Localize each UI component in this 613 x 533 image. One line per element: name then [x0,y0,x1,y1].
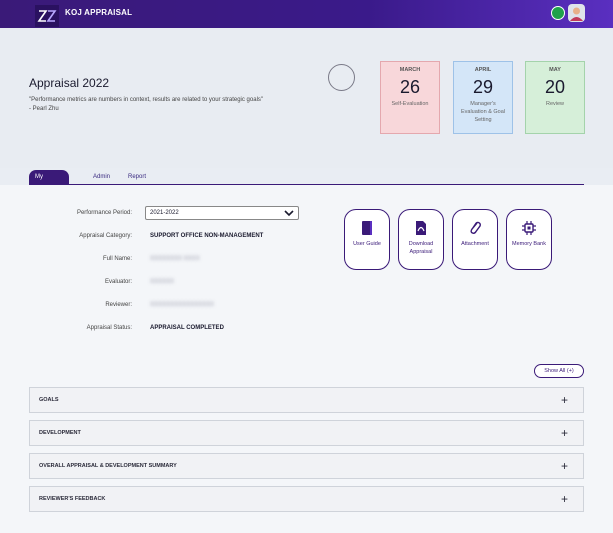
reviewer-label: Reviewer: [105,302,132,308]
user-guide-label: User Guide [353,241,381,247]
card-label: Self-Evaluation [391,101,429,107]
overall-summary-title: OVERALL APPRAISAL & DEVELOPMENT SUMMARY [39,463,177,469]
circle-button[interactable] [328,64,355,91]
expand-plus-icon: + [560,459,568,473]
goals-title: GOALS [39,397,59,403]
expand-plus-icon: + [560,393,568,407]
goals-section[interactable]: GOALS + [29,387,584,413]
period-label: Performance Period: [76,210,132,216]
app-logo[interactable] [35,5,59,27]
show-all-button[interactable]: Show All (+) [534,364,584,378]
reviewer-value: XXXXXXXXXXXXXXXX [150,302,215,308]
user-avatar-icon[interactable] [568,4,585,22]
tab-my-evaluation[interactable]: My Evaluation [29,170,70,194]
top-bar: KOJ APPRAISAL [0,0,613,28]
evaluator-label: Evaluator: [104,279,132,285]
expand-plus-icon: + [560,426,568,440]
reviewer-feedback-section[interactable]: REVIEWER'S FEEDBACK + [29,486,584,512]
quote-author: - Pearl Zhu [29,106,59,112]
card-day: 26 [399,77,421,97]
development-section[interactable]: DEVELOPMENT + [29,420,584,446]
logo-icon [37,10,57,22]
chevron-down-icon [284,210,294,217]
expand-plus-icon: + [560,492,568,506]
card-day: 29 [472,77,494,97]
development-title: DEVELOPMENT [39,430,81,436]
user-guide-button[interactable]: User Guide [344,209,390,270]
reviewer-feedback-title: REVIEWER'S FEEDBACK [39,496,106,502]
status-value: APPRAISAL COMPLETED [150,325,224,331]
period-select-value: 2021-2022 [150,210,179,216]
card-label: Review [545,101,565,107]
card-label: Manager's Evaluation & Goal Setting [460,101,506,123]
card-month: MAY [549,67,561,73]
download-appraisal-button[interactable]: Download Appraisal [398,209,444,270]
fullname-label: Full Name: [102,256,132,262]
timeline-card-review: MAY 20 Review [525,61,585,134]
page-title: Appraisal 2022 [29,76,110,90]
app-title: KOJ APPRAISAL [65,8,133,17]
tab-report[interactable]: Report [128,170,146,184]
chip-icon [522,221,536,235]
evaluator-value: XXXXXX [150,279,175,285]
paperclip-icon [470,221,481,234]
card-day: 20 [544,77,566,97]
overall-summary-section[interactable]: OVERALL APPRAISAL & DEVELOPMENT SUMMARY … [29,453,584,479]
hero-quote: "Performance metrics are numbers in cont… [29,96,329,114]
fullname-value: XXXXXXXX XXXX [150,256,200,262]
card-month: APRIL [474,67,492,73]
memory-bank-label: Memory Bank [512,241,546,247]
tab-admin[interactable]: Admin [93,170,110,184]
download-appraisal-label: Download Appraisal [408,241,434,255]
memory-bank-button[interactable]: Memory Bank [506,209,552,270]
category-value: SUPPORT OFFICE NON-MANAGEMENT [150,233,264,239]
book-icon [362,221,372,235]
card-month: MARCH [399,67,421,73]
category-label: Appraisal Category: [79,233,132,239]
attachment-button[interactable]: Attachment [452,209,498,270]
attachment-label: Attachment [461,241,489,247]
pdf-icon [416,221,426,235]
status-label: Appraisal Status: [86,325,132,331]
timeline-card-manager-evaluation: APRIL 29 Manager's Evaluation & Goal Set… [453,61,513,134]
timeline-card-self-evaluation: MARCH 26 Self-Evaluation [380,61,440,134]
period-select[interactable]: 2021-2022 [145,206,299,220]
quote-text: "Performance metrics are numbers in cont… [29,97,264,103]
status-icon[interactable] [551,6,565,20]
